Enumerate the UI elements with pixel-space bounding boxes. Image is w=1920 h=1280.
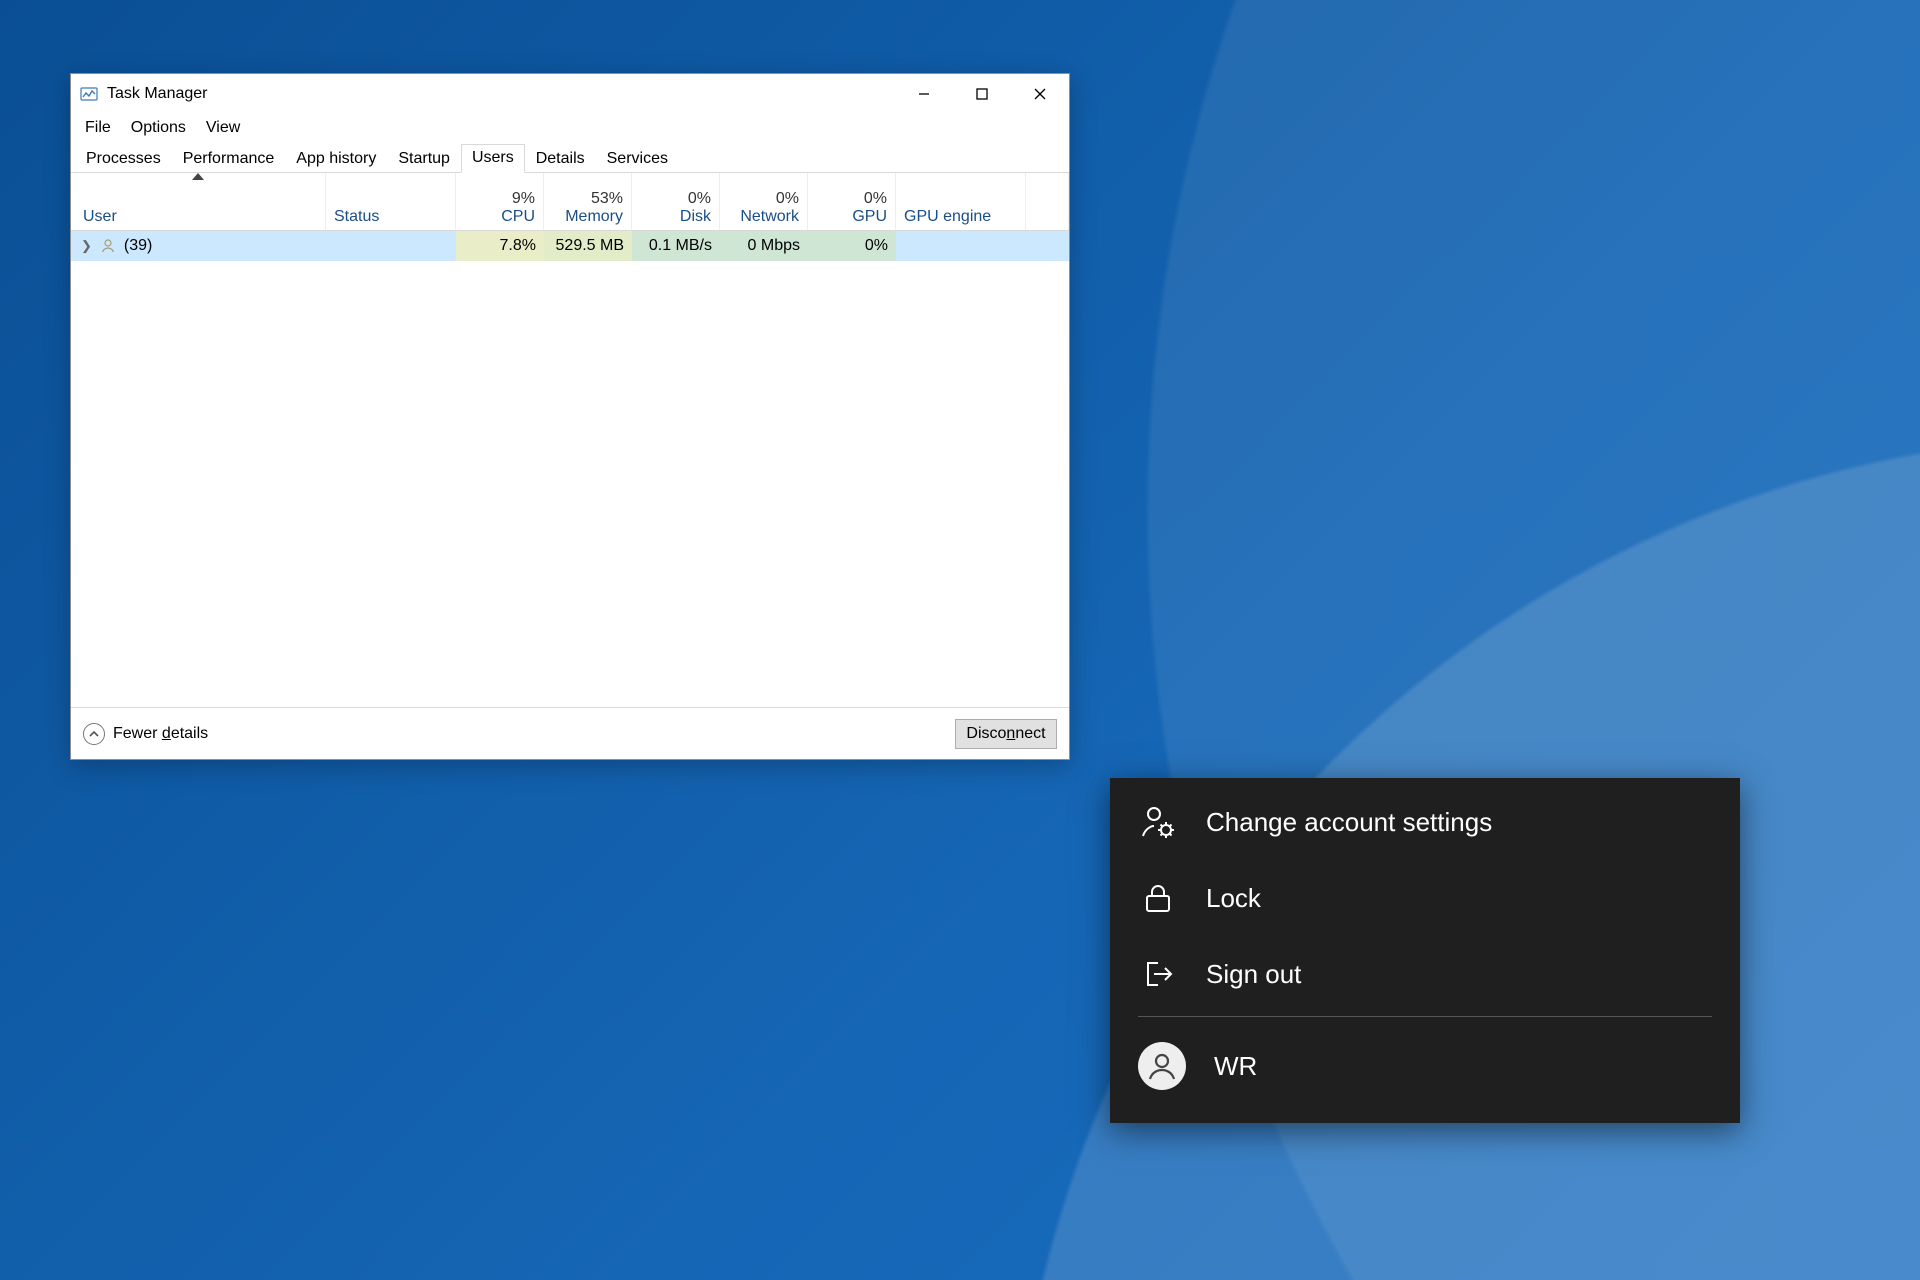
footer: Fewer details Disconnect <box>71 707 1069 759</box>
grid-header: User Status 9% CPU 53% Memory 0% Disk 0%… <box>71 173 1069 231</box>
titlebar[interactable]: Task Manager <box>71 74 1069 114</box>
col-gpu-engine-label: GPU engine <box>904 208 1017 226</box>
menu-label: Lock <box>1206 883 1261 914</box>
minimize-button[interactable] <box>895 74 953 114</box>
app-icon <box>79 84 99 104</box>
menu-sign-out[interactable]: Sign out <box>1110 936 1740 1012</box>
menu-view[interactable]: View <box>198 117 248 139</box>
col-cpu[interactable]: 9% CPU <box>456 173 544 230</box>
col-cpu-label: CPU <box>501 208 535 226</box>
col-memory[interactable]: 53% Memory <box>544 173 632 230</box>
tab-users[interactable]: Users <box>461 144 525 173</box>
disconnect-pre: Disco <box>966 725 1006 742</box>
window-title: Task Manager <box>107 85 208 103</box>
person-icon <box>100 238 116 254</box>
col-network-label: Network <box>740 208 799 226</box>
tab-startup[interactable]: Startup <box>387 145 461 173</box>
col-filler <box>1026 173 1069 230</box>
col-user-label: User <box>83 208 317 226</box>
col-network-pct: 0% <box>776 190 799 208</box>
menu-options[interactable]: Options <box>123 117 194 139</box>
col-network[interactable]: 0% Network <box>720 173 808 230</box>
disconnect-u: n <box>1006 725 1015 742</box>
menu-change-account-settings[interactable]: Change account settings <box>1110 784 1740 860</box>
cpu-cell: 7.8% <box>456 231 544 261</box>
col-disk-label: Disk <box>680 208 711 226</box>
sort-ascending-icon <box>192 173 204 180</box>
col-cpu-pct: 9% <box>512 190 535 208</box>
fewer-label-1: Fewer <box>113 725 162 742</box>
fewer-details-button[interactable]: Fewer details <box>83 723 208 745</box>
chevron-right-icon[interactable]: ❯ <box>81 238 92 254</box>
chevron-up-icon <box>83 723 105 745</box>
disk-cell: 0.1 MB/s <box>632 231 720 261</box>
signout-icon <box>1138 957 1178 991</box>
col-gpu-pct: 0% <box>864 190 887 208</box>
memory-cell: 529.5 MB <box>544 231 632 261</box>
col-disk[interactable]: 0% Disk <box>632 173 720 230</box>
user-initials: WR <box>1214 1051 1257 1082</box>
col-memory-label: Memory <box>565 208 623 226</box>
menubar: File Options View <box>71 114 1069 142</box>
disconnect-button[interactable]: Disconnect <box>955 719 1057 749</box>
task-manager-window: Task Manager File Options View Processes… <box>70 73 1070 760</box>
start-user-menu: Change account settings Lock Sign out <box>1110 778 1740 1123</box>
gpu-cell: 0% <box>808 231 896 261</box>
user-cell: ❯ (39) <box>71 231 326 261</box>
col-gpu-engine[interactable]: GPU engine <box>896 173 1026 230</box>
col-disk-pct: 0% <box>688 190 711 208</box>
col-memory-pct: 53% <box>591 190 623 208</box>
menu-file[interactable]: File <box>77 117 119 139</box>
col-gpu[interactable]: 0% GPU <box>808 173 896 230</box>
network-cell: 0 Mbps <box>720 231 808 261</box>
tab-processes[interactable]: Processes <box>75 145 172 173</box>
maximize-button[interactable] <box>953 74 1011 114</box>
menu-lock[interactable]: Lock <box>1110 860 1740 936</box>
tabstrip: Processes Performance App history Startu… <box>71 142 1069 173</box>
person-gear-icon <box>1138 803 1178 841</box>
close-button[interactable] <box>1011 74 1069 114</box>
disconnect-post: nect <box>1015 725 1045 742</box>
tab-performance[interactable]: Performance <box>172 145 286 173</box>
menu-label: Sign out <box>1206 959 1301 990</box>
user-name: (39) <box>124 237 152 255</box>
users-grid: User Status 9% CPU 53% Memory 0% Disk 0%… <box>71 173 1069 707</box>
menu-separator <box>1138 1016 1712 1017</box>
col-status[interactable]: Status <box>326 173 456 230</box>
status-cell <box>326 231 456 261</box>
avatar <box>1138 1042 1186 1090</box>
menu-label: Change account settings <box>1206 807 1492 838</box>
fewer-label-u: d <box>162 725 171 742</box>
lock-icon <box>1138 881 1178 915</box>
tab-app-history[interactable]: App history <box>285 145 387 173</box>
col-user[interactable]: User <box>71 173 326 230</box>
gpu-engine-cell <box>896 231 1026 261</box>
tab-details[interactable]: Details <box>525 145 596 173</box>
menu-current-user[interactable]: WR <box>1110 1021 1740 1111</box>
col-status-label: Status <box>334 208 447 226</box>
user-row[interactable]: ❯ (39) 7.8% 529.5 MB 0.1 MB/s 0 Mbps 0% <box>71 231 1069 261</box>
tab-services[interactable]: Services <box>596 145 679 173</box>
col-gpu-label: GPU <box>852 208 887 226</box>
fewer-label-2: etails <box>171 725 208 742</box>
